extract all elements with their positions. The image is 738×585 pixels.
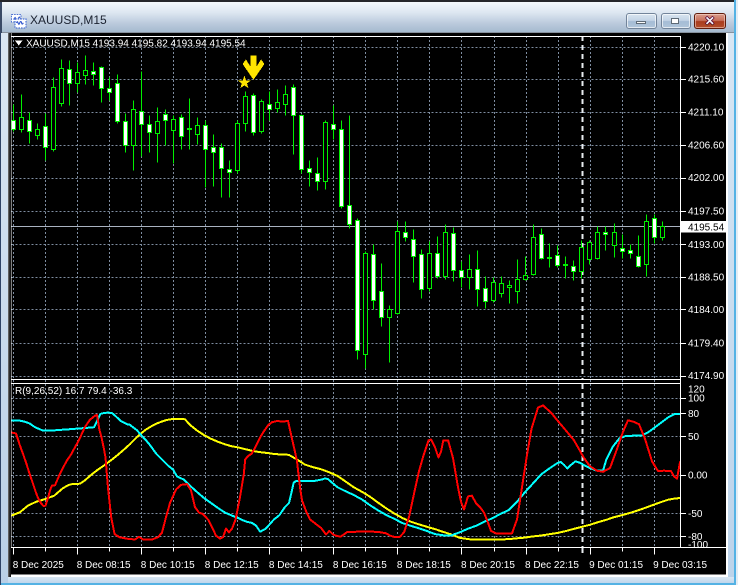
svg-text:80: 80 — [688, 409, 700, 420]
svg-text:4174.90: 4174.90 — [688, 371, 725, 382]
svg-text:50: 50 — [688, 432, 700, 443]
svg-text:4215.60: 4215.60 — [688, 75, 725, 86]
svg-text:4188.50: 4188.50 — [688, 273, 725, 284]
svg-text:8 Dec 12:15: 8 Dec 12:15 — [205, 560, 259, 571]
svg-text:4184.00: 4184.00 — [688, 305, 725, 316]
svg-text:4193.00: 4193.00 — [688, 240, 725, 251]
svg-text:8 Dec 22:15: 8 Dec 22:15 — [525, 560, 579, 571]
svg-text:4206.60: 4206.60 — [688, 140, 725, 151]
svg-text:-100: -100 — [688, 540, 708, 551]
svg-text:4197.50: 4197.50 — [688, 207, 725, 218]
svg-text:8 Dec 08:15: 8 Dec 08:15 — [77, 560, 131, 571]
svg-text:8 Dec 10:15: 8 Dec 10:15 — [141, 560, 195, 571]
svg-text:4220.10: 4220.10 — [688, 43, 725, 54]
svg-text:4211.10: 4211.10 — [688, 107, 724, 118]
svg-text:R(9,26,52) 16.7 79.4 -36.3: R(9,26,52) 16.7 79.4 -36.3 — [15, 386, 133, 397]
svg-text:8 Dec 18:15: 8 Dec 18:15 — [397, 560, 451, 571]
svg-text:4179.40: 4179.40 — [688, 338, 725, 349]
svg-text:9 Dec 03:15: 9 Dec 03:15 — [653, 560, 707, 571]
svg-text:100: 100 — [688, 394, 705, 405]
svg-text:0.00: 0.00 — [688, 471, 708, 482]
svg-text:9 Dec 01:15: 9 Dec 01:15 — [589, 560, 643, 571]
svg-text:8 Dec 2025: 8 Dec 2025 — [13, 560, 65, 571]
svg-text:4202.00: 4202.00 — [688, 173, 725, 184]
svg-text:-50: -50 — [688, 509, 703, 520]
svg-text:4195.54: 4195.54 — [688, 223, 725, 234]
svg-text:8 Dec 16:15: 8 Dec 16:15 — [333, 560, 387, 571]
svg-text:8 Dec 14:15: 8 Dec 14:15 — [269, 560, 323, 571]
svg-text:8 Dec 20:15: 8 Dec 20:15 — [461, 560, 515, 571]
svg-text:XAUUSD,M15 4193.94 4195.82 41: XAUUSD,M15 4193.94 4195.82 4193.94 4195.… — [26, 39, 246, 50]
